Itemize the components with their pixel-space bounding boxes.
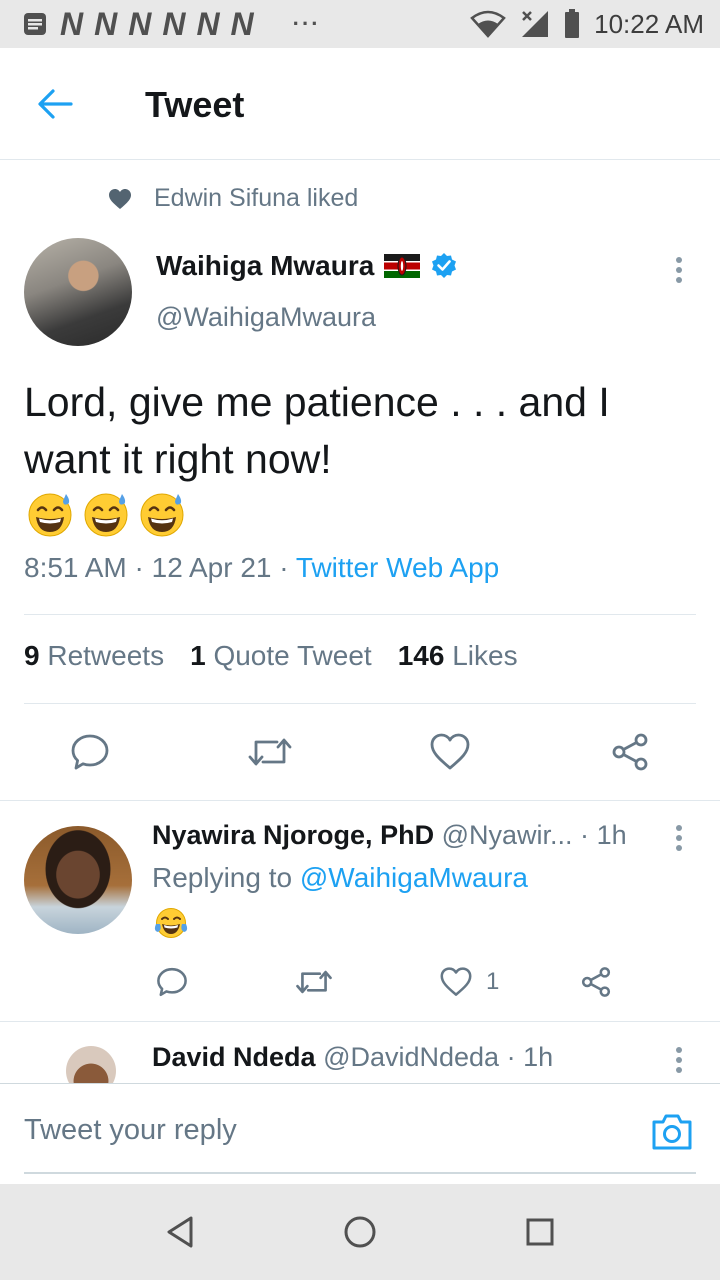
reply-author-handle: @DavidNdeda (323, 1042, 500, 1072)
meta-separator: · (580, 820, 590, 850)
author-name: Waihiga Mwaura (156, 250, 375, 281)
quote-tweets-stat[interactable]: 1 Quote Tweet (190, 640, 372, 672)
likes-stat[interactable]: 146 Likes (398, 640, 518, 672)
divider (0, 800, 720, 801)
nav-home-button[interactable] (338, 1210, 382, 1254)
reply-like-button[interactable] (436, 962, 476, 1002)
heart-outline-icon (430, 733, 470, 770)
triangle-back-icon (167, 1216, 193, 1248)
circle-home-icon (344, 1216, 376, 1248)
reply-retweet-button[interactable] (294, 962, 334, 1002)
back-button[interactable] (30, 82, 80, 126)
reply-author-avatar[interactable] (24, 826, 132, 934)
camera-button[interactable] (650, 1112, 694, 1156)
reply-button[interactable] (64, 728, 116, 776)
arrow-left-icon (38, 89, 73, 119)
replying-to: Replying to @WaihigaMwaura (152, 862, 528, 894)
reply-like-count: 1 (486, 968, 500, 995)
author-avatar[interactable] (24, 238, 132, 346)
retweets-stat[interactable]: 9 Retweets (24, 640, 164, 672)
tweet-stats: 9 Retweets 1 Quote Tweet 146 Likes (24, 640, 518, 672)
reply-composer (0, 1083, 720, 1183)
reply-icon (71, 734, 109, 770)
app-header: Tweet (0, 48, 720, 160)
more-notifications-icon: ··· (292, 11, 321, 36)
share-icon (612, 733, 648, 771)
notification-icon: N (230, 5, 254, 42)
replying-prefix: Replying to (152, 862, 293, 893)
reply-share-button[interactable] (576, 962, 616, 1002)
tweet-source-link[interactable]: Twitter Web App (296, 552, 499, 583)
reply-author-handle: @Nyawir... (441, 820, 573, 850)
reply-author-name: David Ndeda (152, 1042, 316, 1072)
divider (24, 614, 696, 615)
meta-separator: · (279, 552, 289, 583)
social-context-text: Edwin Sifuna liked (154, 184, 359, 212)
verified-badge-icon (432, 253, 457, 278)
retweet-icon (296, 970, 332, 994)
notification-icon: N (128, 5, 151, 42)
meta-separator: · (134, 552, 144, 583)
reply-input[interactable] (24, 1114, 604, 1147)
camera-icon (652, 1114, 692, 1150)
system-nav-bar (0, 1184, 720, 1280)
more-vertical-icon (676, 825, 682, 851)
grinning-sweat-emoji (28, 493, 72, 537)
divider (24, 703, 696, 704)
signal-icon (522, 11, 549, 37)
input-underline (24, 1172, 696, 1174)
reply-author-name: Nyawira Njoroge, PhD (152, 820, 435, 850)
tweet-text: Lord, give me patience . . . and I want … (24, 379, 610, 482)
reply-more-button[interactable] (664, 818, 694, 858)
tweet-date: 12 Apr 21 (151, 552, 272, 583)
share-button[interactable] (604, 728, 656, 776)
notification-icon: N (196, 5, 219, 42)
notification-list-icon (24, 13, 46, 35)
author-name-row[interactable]: Waihiga Mwaura (156, 250, 458, 282)
retweet-button[interactable] (244, 728, 296, 776)
grinning-sweat-emoji (140, 493, 184, 537)
notification-icon: N (60, 5, 83, 42)
author-handle[interactable]: @WaihigaMwaura (156, 302, 376, 333)
more-vertical-icon (676, 1047, 682, 1073)
nav-back-button[interactable] (158, 1210, 202, 1254)
notification-icon: N (94, 5, 117, 42)
heart-icon (109, 188, 131, 209)
page-title: Tweet (145, 84, 245, 125)
like-button[interactable] (424, 728, 476, 776)
divider (0, 1021, 720, 1022)
retweet-icon (248, 738, 292, 766)
tweet-emojis (26, 490, 186, 538)
reply-time: 1h (523, 1042, 554, 1072)
tweet-meta: 8:51 AM · 12 Apr 21 · Twitter Web App (24, 552, 499, 584)
reply-icon (157, 967, 187, 997)
kenya-flag-icon (384, 254, 421, 278)
more-vertical-icon (676, 257, 682, 283)
reply-reply-button[interactable] (152, 962, 192, 1002)
reply-header[interactable]: Nyawira Njoroge, PhD @Nyawir... · 1h (152, 820, 652, 851)
square-recents-icon (526, 1218, 554, 1246)
reply-more-button[interactable] (664, 1040, 694, 1080)
meta-separator: · (506, 1042, 516, 1072)
notification-icon: N (162, 5, 185, 42)
tweet-time: 8:51 AM (24, 552, 127, 583)
tears-of-joy-emoji (154, 908, 188, 938)
social-context[interactable]: Edwin Sifuna liked (108, 184, 358, 213)
heart-outline-icon (440, 967, 472, 996)
tweet-more-button[interactable] (664, 250, 694, 290)
reply-header[interactable]: David Ndeda @DavidNdeda · 1h (152, 1042, 553, 1073)
battery-icon (565, 9, 580, 38)
wifi-icon (470, 10, 506, 38)
nav-recents-button[interactable] (518, 1210, 562, 1254)
status-bar: N N N N N N ··· 10:22 AM (0, 0, 720, 48)
reply-time: 1h (596, 820, 627, 850)
grinning-sweat-emoji (84, 493, 128, 537)
clock: 10:22 AM (594, 8, 704, 39)
share-icon (581, 967, 611, 997)
replying-to-mention[interactable]: @WaihigaMwaura (300, 862, 528, 893)
